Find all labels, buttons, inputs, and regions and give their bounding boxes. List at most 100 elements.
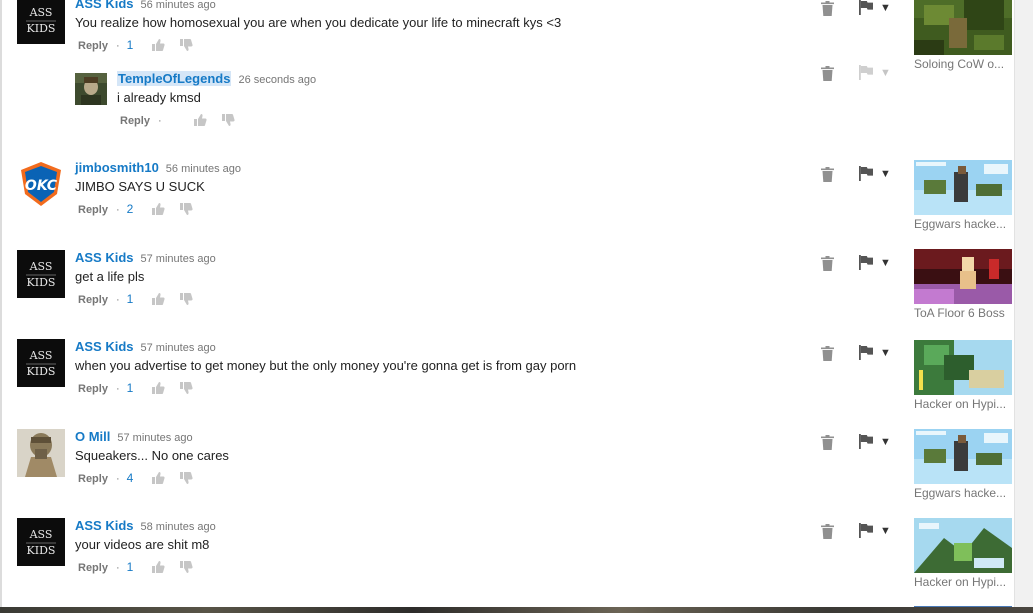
video-card[interactable]: Eggwars hacke... [914, 160, 1012, 232]
comment-text: when you advertise to get money but the … [75, 358, 577, 373]
video-title[interactable]: ToA Floor 6 Boss [914, 306, 1014, 321]
like-count: 1 [126, 38, 134, 52]
video-card[interactable]: ToA Floor 6 Boss [914, 249, 1012, 321]
reply-button[interactable]: Reply [78, 383, 108, 395]
reply-button[interactable]: Reply [78, 562, 108, 574]
avatar-text: OKC [25, 178, 58, 194]
trash-icon[interactable] [821, 167, 834, 185]
flag-icon[interactable] [859, 345, 874, 363]
trash-icon[interactable] [821, 435, 834, 453]
comment-author[interactable]: ASS Kids [75, 339, 134, 354]
video-thumbnail[interactable] [914, 518, 1012, 573]
video-thumbnail[interactable] [914, 340, 1012, 395]
thumbs-up-icon[interactable] [151, 471, 165, 491]
avatar-text: KIDS [27, 365, 56, 378]
trash-icon[interactable] [821, 524, 834, 542]
caret-down-icon[interactable]: ▼ [880, 257, 891, 269]
video-card[interactable]: Hacker on Hypi... [914, 340, 1012, 412]
thumbs-down-icon[interactable] [179, 560, 193, 580]
avatar-text: KIDS [27, 276, 56, 289]
video-card[interactable]: Soloing CoW o... [914, 0, 1012, 72]
reply-button[interactable]: Reply [78, 294, 108, 306]
comment-time[interactable]: 58 minutes ago [141, 521, 216, 533]
thumbs-down-icon[interactable] [179, 292, 193, 312]
comment-author[interactable]: ASS Kids [75, 518, 134, 533]
avatar[interactable]: ASS KIDS [17, 518, 65, 566]
comment-author[interactable]: ASS Kids [75, 250, 134, 265]
like-count: 1 [126, 560, 134, 574]
trash-icon[interactable] [821, 1, 834, 19]
caret-down-icon[interactable]: ▼ [880, 2, 891, 14]
flag-icon[interactable] [859, 255, 874, 273]
caret-down-icon[interactable]: ▼ [880, 168, 891, 180]
video-thumbnail[interactable] [914, 160, 1012, 215]
thumbs-down-icon[interactable] [179, 202, 193, 222]
flag-icon[interactable] [859, 434, 874, 452]
video-title[interactable]: Eggwars hacke... [914, 486, 1014, 501]
thumbs-down-icon[interactable] [179, 38, 193, 58]
trash-icon[interactable] [821, 66, 834, 84]
thumbs-up-icon[interactable] [193, 113, 207, 133]
avatar-text: ASS [29, 6, 53, 19]
caret-down-icon[interactable]: ▼ [880, 436, 891, 448]
comment-author[interactable]: jimbosmith10 [75, 160, 159, 175]
comment-author[interactable]: O Mill [75, 429, 110, 444]
reply-button[interactable]: Reply [78, 204, 108, 216]
thumbs-up-icon[interactable] [151, 292, 165, 312]
comment-time[interactable]: 57 minutes ago [141, 342, 216, 354]
flag-icon[interactable] [859, 0, 874, 18]
video-card[interactable]: Hacker on Hypi... [914, 518, 1012, 590]
comment-author[interactable]: TempleOfLegends [117, 71, 232, 86]
avatar[interactable] [17, 429, 65, 477]
avatar[interactable]: OKC [17, 160, 65, 208]
comment-time[interactable]: 56 minutes ago [166, 163, 241, 175]
flag-icon[interactable] [859, 65, 874, 83]
video-title[interactable]: Hacker on Hypi... [914, 397, 1014, 412]
separator-dot: · [157, 114, 162, 127]
thumbs-up-icon[interactable] [151, 560, 165, 580]
caret-down-icon[interactable]: ▼ [880, 525, 891, 537]
caret-down-icon[interactable]: ▼ [880, 67, 891, 79]
trash-icon[interactable] [821, 256, 834, 274]
video-thumbnail[interactable] [914, 429, 1012, 484]
like-count: 2 [126, 202, 134, 216]
left-frame-edge [0, 0, 2, 613]
comment-author[interactable]: ASS Kids [75, 0, 134, 11]
like-count: 1 [126, 292, 134, 306]
caret-down-icon[interactable]: ▼ [880, 347, 891, 359]
video-title[interactable]: Eggwars hacke... [914, 217, 1014, 232]
video-title[interactable]: Hacker on Hypi... [914, 575, 1014, 590]
like-count: 4 [126, 471, 134, 485]
scrollbar-track[interactable] [1014, 0, 1033, 613]
trash-icon[interactable] [821, 346, 834, 364]
video-thumbnail[interactable] [914, 0, 1012, 55]
reply-button[interactable]: Reply [78, 40, 108, 52]
comment-text: JIMBO SAYS U SUCK [75, 179, 205, 194]
comment-text: get a life pls [75, 269, 145, 284]
separator-dot: · [115, 204, 120, 216]
video-title[interactable]: Soloing CoW o... [914, 57, 1014, 72]
comment-text: You realize how homosexual you are when … [75, 15, 562, 30]
avatar[interactable]: ASS KIDS [17, 339, 65, 387]
reply-button[interactable]: Reply [120, 115, 150, 127]
flag-icon[interactable] [859, 166, 874, 184]
thumbs-down-icon[interactable] [179, 471, 193, 491]
reply-button[interactable]: Reply [78, 473, 108, 485]
video-card[interactable]: Eggwars hacke... [914, 429, 1012, 501]
avatar[interactable]: ASS KIDS [17, 0, 65, 44]
comment-time[interactable]: 26 seconds ago [238, 74, 316, 86]
comment-time[interactable]: 57 minutes ago [141, 253, 216, 265]
avatar[interactable]: ASS KIDS [17, 250, 65, 298]
avatar[interactable] [75, 73, 107, 105]
thumbs-up-icon[interactable] [151, 38, 165, 58]
video-thumbnail[interactable] [914, 249, 1012, 304]
thumbs-up-icon[interactable] [151, 381, 165, 401]
thumbs-up-icon[interactable] [151, 202, 165, 222]
comment-time[interactable]: 57 minutes ago [117, 432, 192, 444]
comment-list: ASS KIDS ASS Kids 56 minutes ago You real… [0, 0, 1033, 613]
thumbs-down-icon[interactable] [221, 113, 235, 133]
separator-dot: · [115, 40, 120, 52]
thumbs-down-icon[interactable] [179, 381, 193, 401]
flag-icon[interactable] [859, 523, 874, 541]
comment-time[interactable]: 56 minutes ago [141, 0, 216, 11]
